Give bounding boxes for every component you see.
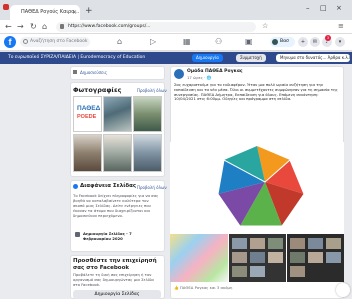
photos-title: Φωτογραφίες	[73, 86, 122, 94]
create-icon[interactable]: +	[298, 37, 308, 47]
tab-favicon-icon	[3, 4, 9, 10]
post-time[interactable]: 17 ώρες · 🌐	[187, 75, 211, 80]
join-button[interactable]: Συμμετοχή	[236, 54, 266, 62]
minimize-button[interactable]: –	[306, 4, 310, 12]
transparency-title: Διαφάνεια Σελίδας	[80, 183, 137, 189]
back-button[interactable]: ←	[5, 22, 12, 31]
maximize-button[interactable]: □	[320, 4, 327, 12]
video-call-image[interactable]	[229, 234, 286, 282]
reload-button[interactable]: ↻	[30, 22, 37, 31]
search-icon	[23, 39, 28, 44]
promote-text: Προβάλετε τη δική σας επιχείρηση ή τον ο…	[73, 272, 154, 287]
browser-tab[interactable]: ΠΑΘΕΔ Ρογούς Καιρα...	[10, 5, 80, 20]
hexagon-logo-image	[217, 146, 305, 227]
avatar	[272, 39, 278, 45]
home-nav-icon[interactable]: ⌂	[117, 37, 122, 46]
bookmark-star-icon[interactable]: ☆	[262, 22, 268, 30]
sidebar-link-icon	[73, 70, 77, 74]
sidebar-link[interactable]: Δημοσιεύσεις	[80, 70, 107, 75]
browser-menu-icon[interactable]: ≡	[338, 22, 344, 30]
transparency-see-all-link[interactable]: Προβολή όλων	[137, 185, 167, 190]
new-tab-button[interactable]: +	[85, 5, 95, 17]
promote-title: Προσθέστε την επιχείρησή σας στο Faceboo…	[73, 258, 157, 271]
whiteboard-image[interactable]	[170, 234, 228, 282]
tab-title: ΠΑΘΕΔ Ρογούς Καιρα...	[21, 9, 80, 15]
profile-name: Βασ	[280, 39, 289, 44]
groups-nav-icon[interactable]: ⚇	[215, 37, 222, 46]
tab-close-icon[interactable]: ×	[72, 5, 80, 20]
forward-button[interactable]: →	[17, 22, 24, 31]
lock-icon	[60, 24, 64, 29]
post-reactions[interactable]: 👍 ΠΑΘΕΔ Ρογκας και 3 ακόμη	[174, 285, 232, 290]
transparency-text: Το Facebook δείχνει πληροφορίες για να σ…	[73, 193, 159, 218]
photo-thumbnail[interactable]	[133, 134, 162, 172]
gaming-nav-icon[interactable]: ▣	[245, 37, 253, 46]
post-author[interactable]: Ομάδα ΠΑΘΕΔ Ρογκας	[187, 69, 243, 74]
close-window-button[interactable]: ×	[336, 4, 342, 12]
notification-count-badge: 3	[325, 35, 331, 41]
home-button[interactable]: ⌂	[42, 22, 47, 31]
video-call-image[interactable]	[287, 234, 344, 282]
page-created-label: Δημιουργία Σελίδας - 7 Φεβρουαρίου 2020	[83, 231, 132, 241]
create-post-button[interactable]: Δημιουργία	[192, 54, 223, 62]
post-image[interactable]	[170, 142, 344, 234]
photo-thumbnail[interactable]	[103, 134, 132, 172]
logo-text-greek: ΠΑΘΕΔ	[77, 105, 101, 112]
post-author-avatar[interactable]	[174, 69, 184, 79]
photo-thumbnail[interactable]: ΠΑΘΕΔ POEDE	[73, 96, 102, 132]
photo-thumbnail[interactable]	[133, 96, 162, 132]
flag-icon	[75, 232, 80, 237]
marketplace-nav-icon[interactable]: ▦	[183, 37, 191, 46]
messenger-icon[interactable]: ✉	[310, 37, 320, 47]
facebook-search-input[interactable]: Αναζήτηση στο Facebook	[20, 37, 90, 47]
chat-button[interactable]	[336, 283, 350, 297]
group-name[interactable]: Το ευρωπαϊκό ΣΥΡΙΖΑ/ΠΑΙΔΕΙΑ | Eurodemocr…	[8, 53, 188, 63]
url-text: https://www.facebook.com/groups/...	[68, 24, 151, 29]
photos-see-all-link[interactable]: Προβολή όλων	[137, 88, 167, 93]
create-page-button[interactable]: Δημιουργία Σελίδας	[73, 290, 161, 299]
post-text: Σας ευχαριστούμε για το ενδιαφέρον. Ήταν…	[174, 83, 338, 102]
watch-nav-icon[interactable]: ▷	[150, 37, 156, 46]
facebook-logo[interactable]: f	[4, 36, 16, 48]
account-menu-icon[interactable]: ▾	[335, 37, 345, 47]
logo-text-latin: POEDE	[77, 114, 97, 120]
info-icon	[73, 184, 78, 189]
photo-thumbnail[interactable]	[103, 96, 132, 132]
message-button[interactable]: Μηνυμα στο δυνατός... Άρθρα κ.λ.π.	[276, 54, 350, 62]
address-bar[interactable]: https://www.facebook.com/groups/...	[56, 22, 256, 32]
photo-thumbnail[interactable]	[73, 134, 102, 172]
